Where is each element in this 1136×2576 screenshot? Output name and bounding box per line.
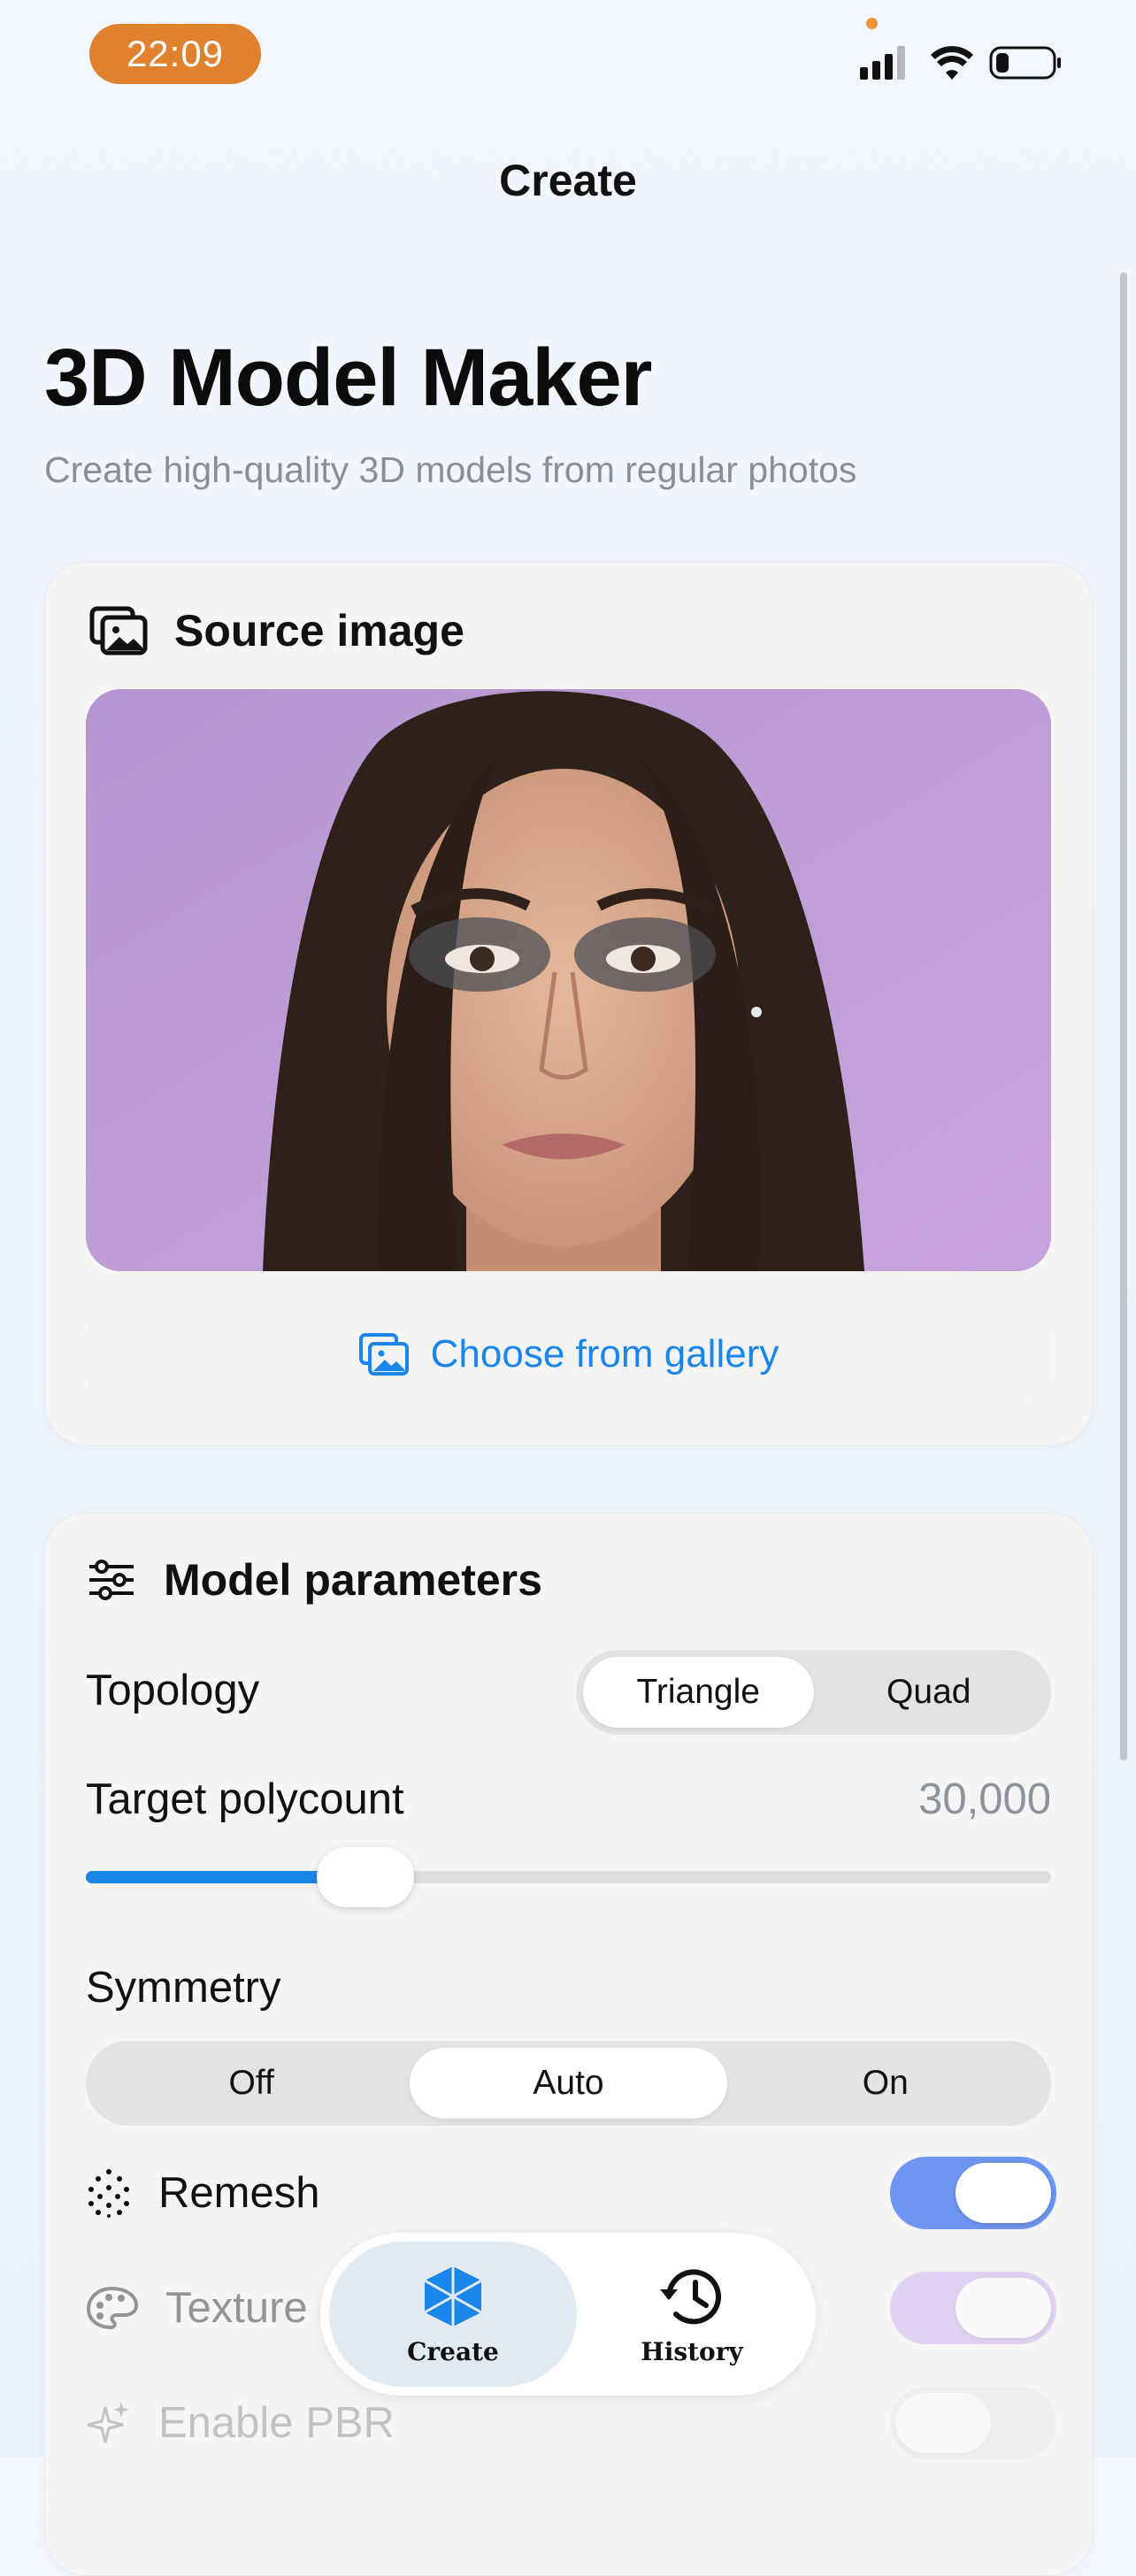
- scroll-indicator[interactable]: [1120, 272, 1127, 1760]
- source-image-card: Source image Choose from gallery: [44, 562, 1093, 1445]
- pbr-toggle[interactable]: [890, 2387, 1056, 2459]
- palette-icon: [86, 2286, 139, 2330]
- remesh-dots-icon: [88, 2169, 129, 2218]
- sliders-icon: [89, 1560, 134, 1600]
- pbr-toggle-knob: [895, 2393, 991, 2453]
- gallery-button-label: Choose from gallery: [430, 1332, 779, 1376]
- texture-label: Texture: [165, 2284, 308, 2332]
- page-subtitle: Create high-quality 3D models from regul…: [44, 449, 857, 490]
- polycount-slider-thumb[interactable]: [317, 1847, 415, 1907]
- polycount-value: 30,000: [918, 1775, 1051, 1823]
- sparkles-icon: [87, 2402, 129, 2443]
- pbr-row: Enable PBR: [86, 2387, 1056, 2459]
- remesh-toggle[interactable]: [890, 2157, 1056, 2229]
- tab-create[interactable]: Create: [329, 2242, 577, 2387]
- texture-toggle-knob: [956, 2278, 1051, 2338]
- model-parameters-title: Model parameters: [164, 1555, 542, 1605]
- symmetry-label: Symmetry: [86, 1964, 281, 2012]
- source-photo[interactable]: [86, 689, 1051, 1271]
- recording-indicator-dot: [866, 18, 878, 29]
- source-image-header: Source image: [89, 605, 464, 656]
- topology-option-quad[interactable]: Quad: [814, 1657, 1045, 1728]
- cellular-signal-icon: [860, 46, 905, 80]
- nav-title: Create: [499, 156, 637, 205]
- pbr-label: Enable PBR: [158, 2399, 395, 2447]
- page-title: 3D Model Maker: [44, 333, 652, 423]
- texture-toggle[interactable]: [890, 2272, 1056, 2344]
- battery-icon: [989, 46, 1061, 80]
- model-parameters-card: Model parameters Topology Triangle Quad …: [44, 1513, 1093, 2576]
- bottom-tab-bar: Create History: [320, 2233, 816, 2396]
- symmetry-option-off[interactable]: Off: [93, 2048, 410, 2119]
- wifi-icon: [931, 46, 973, 80]
- remesh-row: Remesh: [86, 2157, 1056, 2229]
- history-clock-icon: [660, 2268, 721, 2324]
- cube-icon: [424, 2266, 482, 2327]
- tab-history-label: History: [641, 2336, 743, 2366]
- tab-create-label: Create: [407, 2336, 499, 2366]
- photo-stack-icon: [89, 606, 148, 656]
- topology-segmented-control: Triangle Quad: [576, 1650, 1051, 1735]
- choose-from-gallery-button[interactable]: Choose from gallery: [86, 1310, 1051, 1399]
- symmetry-segmented-control: Off Auto On: [86, 2041, 1051, 2126]
- symmetry-option-on[interactable]: On: [727, 2048, 1044, 2119]
- topology-option-triangle[interactable]: Triangle: [583, 1657, 814, 1728]
- symmetry-option-auto[interactable]: Auto: [410, 2048, 727, 2119]
- remesh-label: Remesh: [158, 2169, 320, 2217]
- gallery-icon: [358, 1333, 409, 1376]
- portrait-image: [86, 689, 1051, 1271]
- remesh-toggle-knob: [956, 2163, 1051, 2223]
- tab-history[interactable]: History: [577, 2242, 807, 2387]
- polycount-slider[interactable]: [86, 1847, 1051, 1907]
- topology-label: Topology: [86, 1667, 260, 1714]
- model-parameters-header: Model parameters: [86, 1554, 542, 1606]
- polycount-label: Target polycount: [86, 1775, 404, 1823]
- status-time: 22:09: [89, 24, 261, 84]
- source-image-title: Source image: [174, 606, 464, 656]
